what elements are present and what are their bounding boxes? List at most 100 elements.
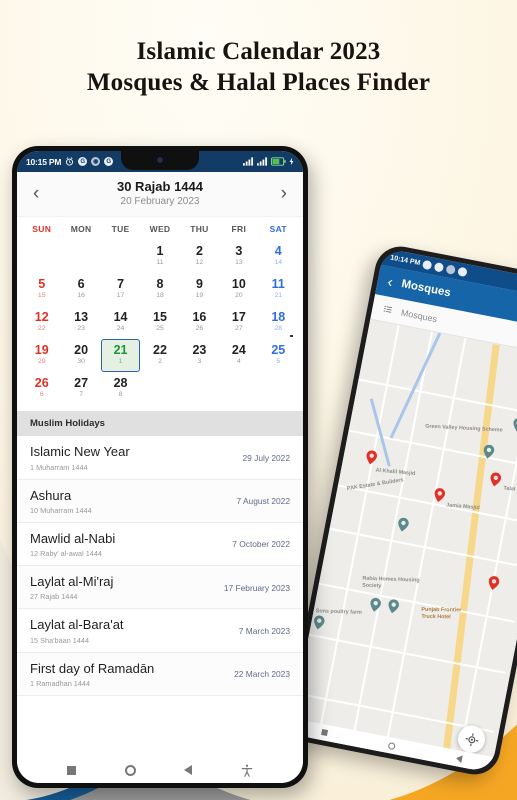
- back-arrow-icon[interactable]: ‹: [386, 273, 394, 291]
- mosque-pin-red[interactable]: [489, 472, 502, 488]
- place-pin-teal[interactable]: [396, 517, 409, 533]
- gregorian-day: 9: [195, 277, 203, 292]
- calendar-day-13[interactable]: 13 23: [61, 306, 100, 339]
- calendar-day-empty: [101, 240, 140, 273]
- back-triangle-icon[interactable]: [184, 765, 193, 775]
- calendar-day-19[interactable]: 19 29: [22, 339, 61, 372]
- phone1-nav-bar: [17, 757, 303, 783]
- calendar-day-12[interactable]: 12 22: [22, 306, 61, 339]
- hijri-day: 19: [195, 292, 204, 300]
- calendar-day-2[interactable]: 2 12: [180, 240, 219, 273]
- weekday-fri: FRI: [231, 224, 247, 235]
- calendar-day-5[interactable]: 5 15: [22, 273, 61, 306]
- recents-square-icon[interactable]: [67, 765, 77, 775]
- calendar-day-empty: [219, 372, 258, 405]
- calendar-day-10[interactable]: 10 20: [219, 273, 258, 306]
- hijri-day: 26: [195, 325, 204, 333]
- gregorian-day: 10: [231, 277, 246, 292]
- phone2-status-time: 10:14 PM: [389, 254, 421, 268]
- calendar-day-20[interactable]: 20 30: [61, 339, 100, 372]
- promo-screenshot: Islamic Calendar 2023 Mosques & Halal Pl…: [0, 0, 517, 800]
- holidays-section-header: Muslim Holidays: [17, 411, 303, 437]
- place-pin-teal[interactable]: [369, 597, 382, 613]
- back-triangle-icon[interactable]: [455, 754, 463, 764]
- hijri-day: 24: [116, 325, 125, 333]
- calendar-day-3[interactable]: 3 13: [219, 240, 258, 273]
- home-circle-icon[interactable]: [387, 741, 396, 750]
- home-circle-icon[interactable]: [124, 764, 136, 776]
- headline-line-2: Mosques & Halal Places Finder: [86, 69, 431, 97]
- charging-bolt-icon: [289, 157, 294, 166]
- calendar-day-16[interactable]: 16 26: [180, 306, 219, 339]
- calendar-day-18[interactable]: 18 28: [259, 306, 298, 339]
- app-icon-1: G: [78, 157, 88, 166]
- gregorian-day: 1: [156, 244, 164, 259]
- mosque-pin-red[interactable]: [365, 449, 378, 465]
- gregorian-day: 18: [271, 310, 286, 325]
- calendar-day-27[interactable]: 27 7: [61, 372, 100, 405]
- alarm-icon: [422, 259, 433, 271]
- calendar-day-empty: [22, 240, 61, 273]
- calendar-day-1[interactable]: 1 11: [140, 240, 179, 273]
- calendar-day-7[interactable]: 7 17: [101, 273, 140, 306]
- holiday-row[interactable]: First day of Ramadān 1 Ramadhan 1444 22 Ma…: [17, 652, 303, 696]
- gregorian-day: 16: [192, 310, 207, 325]
- hijri-day: 11: [156, 259, 164, 267]
- holiday-row[interactable]: Ashura 10 Muharram 1444 7 August 2022: [17, 479, 303, 523]
- weekday-sat: SAT: [269, 224, 287, 235]
- holiday-hijri-date: 1 Muharram 1444: [30, 462, 88, 472]
- alarm-icon: [66, 157, 74, 166]
- calendar-day-28[interactable]: 28 8: [101, 372, 140, 405]
- calendar-day-23[interactable]: 23 3: [180, 339, 219, 372]
- front-camera-icon: [156, 156, 164, 164]
- calendar-day-22[interactable]: 22 2: [140, 339, 179, 372]
- calendar-day-17[interactable]: 17 27: [219, 306, 258, 339]
- holiday-row[interactable]: Laylat al-Mi'raj 27 Rajab 1444 17 February…: [17, 566, 303, 610]
- gregorian-day: 24: [231, 343, 246, 358]
- calendar-day-9[interactable]: 9 19: [180, 273, 219, 306]
- calendar-day-empty: [61, 240, 100, 273]
- holiday-row[interactable]: Laylat al-Bara'at 15 Sha'baan 1444 7 March…: [17, 609, 303, 653]
- gregorian-date: 20 February 2023: [120, 196, 200, 208]
- calendar-day-21[interactable]: 21 1: [100, 339, 141, 373]
- hijri-day: 7: [79, 391, 84, 399]
- holiday-gregorian-date: 7 August 2022: [236, 496, 290, 507]
- mosque-pin-red[interactable]: [487, 575, 500, 591]
- recents-square-icon[interactable]: [321, 729, 329, 737]
- calendar-day-4[interactable]: 4 14: [259, 240, 298, 273]
- hijri-day: 8: [118, 391, 123, 399]
- calendar-day-25[interactable]: 25 5: [259, 339, 298, 372]
- gregorian-day: 26: [34, 376, 49, 391]
- calendar-day-6[interactable]: 6 16: [61, 273, 100, 306]
- gregorian-day: 4: [274, 244, 282, 259]
- map-label: PAK Estate & Builders: [346, 477, 404, 493]
- calendar-day-26[interactable]: 26 6: [22, 372, 61, 405]
- weekday-sun: SUN: [32, 224, 52, 235]
- holiday-row[interactable]: Mawlid al-Nabi 12 Raby' al-awal 1444 7 Oct…: [17, 523, 303, 566]
- previous-month-button[interactable]: ‹: [30, 184, 42, 203]
- holiday-gregorian-date: 22 March 2023: [234, 669, 290, 680]
- hijri-day: 29: [37, 358, 46, 366]
- place-pin-teal[interactable]: [312, 615, 325, 631]
- calendar-day-24[interactable]: 24 4: [219, 339, 258, 372]
- holiday-info: First day of Ramadān 1 Ramadhan 1444: [30, 661, 154, 688]
- app-icon-2: [445, 264, 457, 275]
- holiday-row[interactable]: Islamic New Year 1 Muharram 1444 29 July 2…: [17, 436, 303, 480]
- holiday-info: Islamic New Year 1 Muharram 1444: [30, 444, 130, 471]
- signal-bars-icon-2: [257, 157, 268, 166]
- mosque-pin-red[interactable]: [433, 487, 446, 503]
- promo-headline: Islamic Calendar 2023 Mosques & Halal Pl…: [0, 36, 517, 100]
- calendar-day-8[interactable]: 8 18: [140, 273, 179, 306]
- weekday-tue: TUE: [111, 224, 130, 235]
- next-month-button[interactable]: ›: [278, 184, 290, 203]
- holiday-hijri-date: 12 Raby' al-awal 1444: [30, 549, 102, 558]
- place-pin-teal[interactable]: [512, 417, 517, 433]
- map-river: [389, 328, 443, 439]
- accessibility-icon[interactable]: [241, 764, 253, 777]
- calendar-day-14[interactable]: 14 24: [101, 306, 140, 339]
- place-pin-teal[interactable]: [387, 598, 400, 614]
- calendar-day-11[interactable]: 11 21: [259, 273, 298, 306]
- gregorian-day: 25: [271, 343, 286, 358]
- gregorian-day: 14: [113, 310, 128, 325]
- calendar-day-15[interactable]: 15 25: [140, 306, 179, 339]
